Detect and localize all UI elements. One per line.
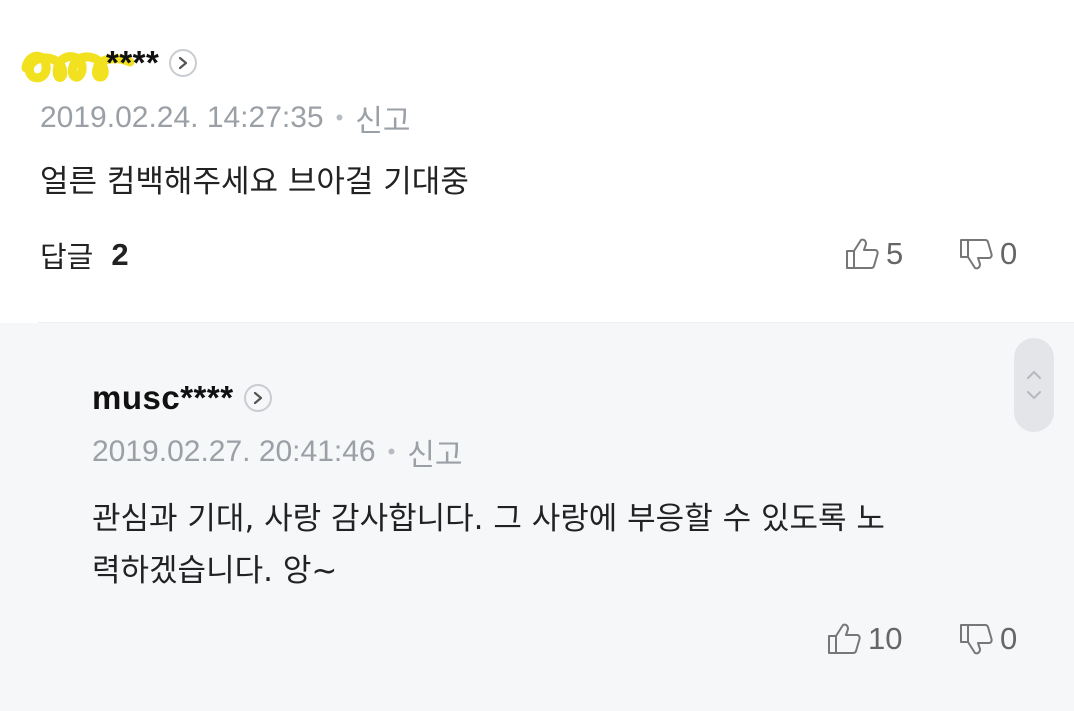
chevron-right-icon bbox=[253, 391, 262, 405]
comment-username[interactable]: **** bbox=[106, 44, 159, 82]
comment-user-row: **** bbox=[106, 44, 198, 82]
dislike-button[interactable]: 0 bbox=[958, 236, 1017, 272]
profile-link-button[interactable] bbox=[169, 49, 198, 77]
comment-card: **** 2019.02.24. 14:27:35 • 신고 얼른 컴백해주세요… bbox=[0, 0, 1074, 322]
meta-separator: • bbox=[335, 105, 344, 130]
dislike-count: 0 bbox=[1000, 621, 1018, 656]
reply-text-line-1: 관심과 기대, 사랑 감사합니다. 그 사랑에 부응할 수 있도록 노 bbox=[92, 501, 885, 537]
comment-meta: 2019.02.24. 14:27:35 • 신고 bbox=[40, 96, 411, 140]
chevron-down-icon bbox=[1027, 391, 1041, 400]
like-button[interactable]: 5 bbox=[844, 236, 903, 272]
replies-toggle[interactable]: 답글 2 bbox=[40, 234, 129, 276]
thumbs-up-icon bbox=[828, 623, 861, 654]
reply-card: musc**** 2019.02.27. 20:41:46 • 신고 관심과 기… bbox=[0, 323, 1074, 711]
report-link[interactable]: 신고 bbox=[355, 96, 410, 140]
thumbs-up-icon bbox=[846, 238, 879, 269]
chevron-up-icon bbox=[1027, 370, 1041, 379]
reply-text-line-2: 력하겠습니다. 앙~ bbox=[92, 553, 338, 589]
thumbs-down-icon bbox=[960, 239, 993, 270]
dislike-button[interactable]: 0 bbox=[958, 621, 1017, 657]
like-count: 10 bbox=[868, 621, 903, 656]
thumbs-down-icon bbox=[960, 624, 993, 655]
reply-timestamp: 2019.02.27. 20:41:46 bbox=[92, 435, 376, 468]
scrollbar-handle[interactable] bbox=[1014, 338, 1054, 432]
meta-separator: • bbox=[387, 439, 396, 464]
replies-count: 2 bbox=[111, 237, 129, 272]
like-count: 5 bbox=[886, 236, 904, 271]
reply-meta: 2019.02.27. 20:41:46 • 신고 bbox=[92, 430, 463, 474]
report-link[interactable]: 신고 bbox=[407, 430, 462, 474]
comment-timestamp: 2019.02.24. 14:27:35 bbox=[40, 101, 324, 134]
comment-text: 얼른 컴백해주세요 브아걸 기대중 bbox=[40, 164, 469, 200]
chevron-right-icon bbox=[179, 56, 188, 70]
profile-link-button[interactable] bbox=[243, 384, 272, 412]
reply-username[interactable]: musc**** bbox=[92, 379, 234, 417]
reply-user-row: musc**** bbox=[92, 379, 272, 417]
like-button[interactable]: 10 bbox=[826, 621, 902, 657]
dislike-count: 0 bbox=[1000, 236, 1018, 271]
replies-label: 답글 bbox=[40, 240, 94, 274]
